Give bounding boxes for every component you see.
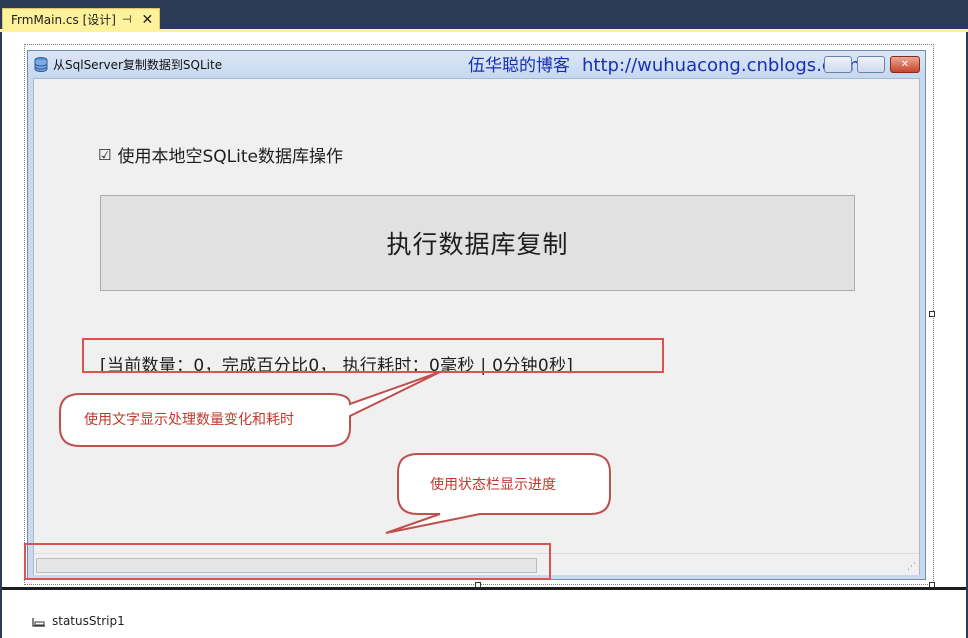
callout-text-label: 使用文字显示处理数量变化和耗时 [84, 412, 294, 428]
callout-progress-label: 使用状态栏显示进度 [430, 477, 556, 493]
component-name: statusStrip1 [52, 614, 125, 628]
statusstrip-component[interactable]: statusStrip1 [32, 614, 125, 628]
callout-shapes [59, 371, 611, 534]
status-strip-icon [32, 616, 46, 627]
component-tray: statusStrip1 [2, 590, 966, 638]
